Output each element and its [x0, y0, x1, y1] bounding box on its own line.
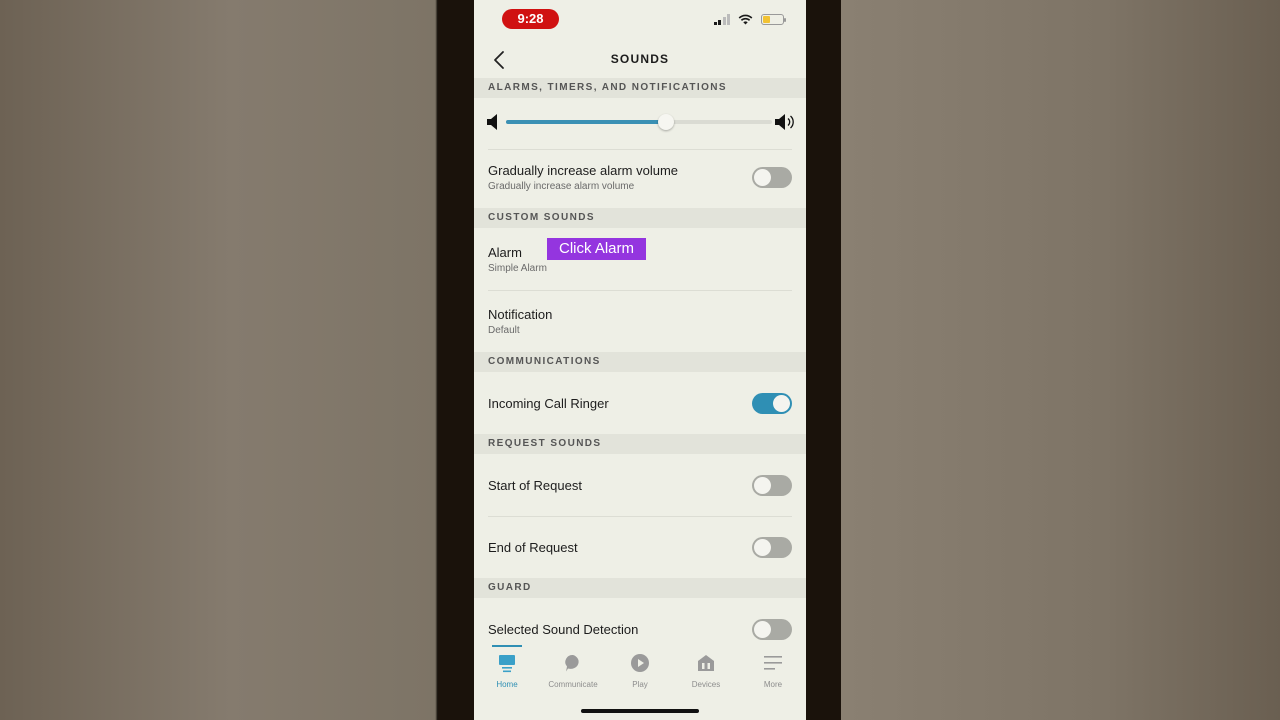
status-time: 9:28 — [502, 9, 559, 29]
click-alarm-callout: Click Alarm — [547, 238, 646, 260]
chat-bubble-icon — [565, 654, 579, 672]
row-gradual-volume[interactable]: Gradually increase alarm volume Graduall… — [488, 163, 792, 192]
row-subtitle: Gradually increase alarm volume — [488, 181, 635, 192]
section-header-alarms: ALARMS, TIMERS, AND NOTIFICATIONS — [474, 78, 806, 98]
row-title: Selected Sound Detection — [488, 622, 639, 637]
section-header-guard: GUARD — [474, 578, 806, 598]
menu-icon — [764, 656, 782, 670]
row-title: End of Request — [488, 540, 578, 555]
tab-label: Home — [496, 680, 518, 689]
alarm-volume-slider[interactable] — [474, 108, 806, 136]
row-title: Start of Request — [488, 478, 582, 493]
selected-sound-detection-toggle[interactable] — [752, 619, 792, 640]
row-title: Notification — [488, 307, 553, 322]
row-notification-sound[interactable]: Notification Default — [488, 307, 792, 336]
volume-track[interactable] — [506, 114, 772, 130]
row-title: Gradually increase alarm volume — [488, 163, 679, 178]
tab-label: Communicate — [548, 680, 598, 689]
devices-icon — [698, 655, 714, 671]
tab-home[interactable]: Home — [479, 653, 535, 689]
home-icon — [499, 655, 515, 673]
end-of-request-toggle[interactable] — [752, 537, 792, 558]
divider — [488, 149, 792, 150]
cell-signal-icon — [713, 14, 730, 25]
wifi-icon — [738, 14, 753, 25]
row-title: Incoming Call Ringer — [488, 396, 609, 411]
background-right — [841, 0, 1280, 720]
gradual-volume-toggle[interactable] — [752, 167, 792, 188]
start-of-request-toggle[interactable] — [752, 475, 792, 496]
active-tab-indicator — [492, 645, 522, 647]
volume-high-icon — [775, 114, 794, 130]
divider — [488, 516, 792, 517]
home-indicator — [581, 709, 699, 713]
incoming-call-ringer-toggle[interactable] — [752, 393, 792, 414]
row-start-of-request[interactable]: Start of Request — [488, 478, 792, 493]
sounds-screen: 9:28 SOUNDS ALARMS, TIMERS, AND NOTIFICA… — [474, 0, 806, 720]
row-subtitle: Simple Alarm — [488, 263, 547, 274]
tab-label: Play — [632, 680, 648, 689]
section-header-communications: COMMUNICATIONS — [474, 352, 806, 372]
tab-more[interactable]: More — [745, 653, 801, 689]
tab-play[interactable]: Play — [612, 653, 668, 689]
tab-label: Devices — [691, 680, 721, 689]
page-title: SOUNDS — [610, 52, 670, 66]
volume-low-icon — [487, 114, 497, 130]
row-end-of-request[interactable]: End of Request — [488, 540, 792, 555]
tab-devices[interactable]: Devices — [678, 653, 734, 689]
battery-icon — [761, 14, 786, 25]
header: SOUNDS — [474, 44, 806, 76]
row-subtitle: Default — [488, 325, 520, 336]
volume-track-fill — [506, 120, 666, 124]
volume-slider-thumb[interactable] — [657, 114, 674, 130]
section-header-custom-sounds: CUSTOM SOUNDS — [474, 208, 806, 228]
tab-label: More — [763, 680, 783, 689]
row-incoming-call-ringer[interactable]: Incoming Call Ringer — [488, 396, 792, 411]
divider — [488, 290, 792, 291]
row-selected-sound-detection[interactable]: Selected Sound Detection — [488, 622, 792, 637]
status-icons — [713, 14, 786, 25]
tab-communicate[interactable]: Communicate — [545, 653, 601, 689]
play-icon — [631, 654, 649, 672]
section-header-request-sounds: REQUEST SOUNDS — [474, 434, 806, 454]
